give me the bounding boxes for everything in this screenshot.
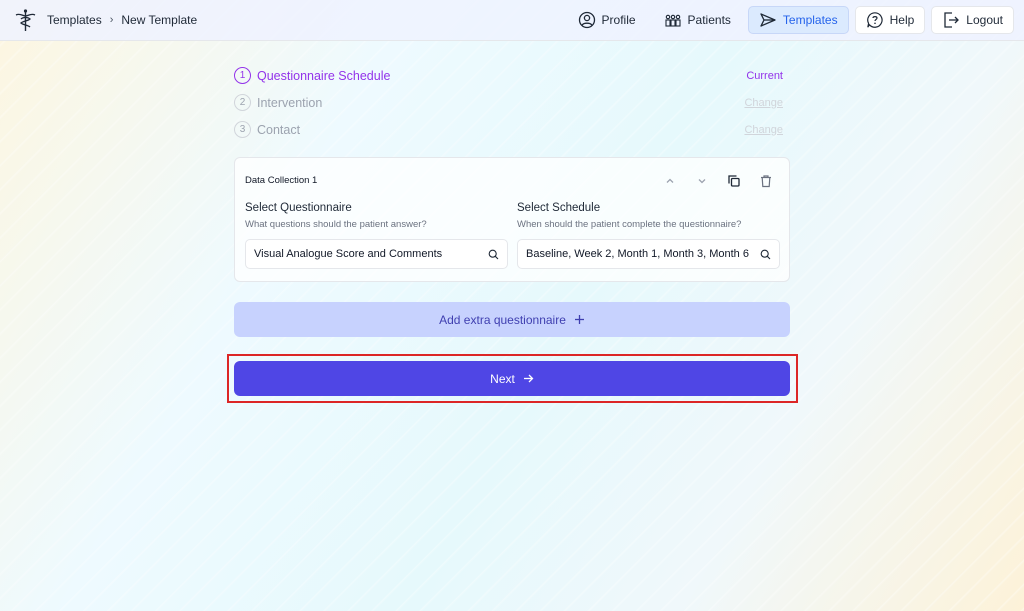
- questionnaire-label: Select Questionnaire: [245, 202, 352, 214]
- patients-button[interactable]: Patients: [653, 6, 742, 34]
- caduceus-logo-icon[interactable]: [13, 8, 38, 33]
- breadcrumb-templates[interactable]: Templates: [47, 13, 102, 27]
- templates-label: Templates: [782, 13, 838, 27]
- questionnaire-search-input[interactable]: Visual Analogue Score and Comments: [245, 239, 508, 269]
- card-title: Data Collection 1: [245, 175, 318, 186]
- step-number: 1: [234, 67, 251, 84]
- step-status-current: Current: [746, 69, 783, 82]
- step-label: Contact: [257, 122, 301, 137]
- breadcrumb-current: New Template: [121, 13, 198, 27]
- schedule-field: Select Schedule When should the patient …: [517, 202, 780, 269]
- duplicate-button[interactable]: [725, 172, 743, 190]
- move-down-button[interactable]: [693, 172, 711, 190]
- move-up-button[interactable]: [661, 172, 679, 190]
- chevron-down-icon: [698, 179, 706, 184]
- step-number: 2: [234, 94, 251, 111]
- logout-label: Logout: [966, 13, 1003, 27]
- step-label: Intervention: [257, 95, 323, 110]
- patients-label: Patients: [687, 13, 731, 27]
- trash-icon: [761, 175, 771, 188]
- top-nav: Profile Patients Templates Help Logout: [567, 6, 1014, 34]
- search-icon: [760, 249, 771, 259]
- logout-button[interactable]: Logout: [931, 6, 1014, 34]
- step-number: 3: [234, 121, 251, 138]
- top-bar: Templates › New Template Profile Patient…: [0, 0, 1024, 41]
- step-change-link[interactable]: Change: [744, 124, 783, 136]
- add-questionnaire-label: Add extra questionnaire: [439, 312, 566, 327]
- chevron-up-icon: [666, 178, 674, 183]
- schedule-label: Select Schedule: [517, 202, 601, 214]
- card-tools: [661, 172, 775, 190]
- data-collection-card: Data Collection 1 Select Questionnaire W…: [234, 157, 790, 282]
- arrow-right-icon: [523, 374, 534, 383]
- search-icon: [488, 249, 499, 259]
- next-label: Next: [490, 371, 515, 386]
- step-intervention: 2 Intervention Change: [234, 89, 790, 116]
- breadcrumb-separator: ›: [109, 14, 114, 26]
- schedule-search-input[interactable]: Baseline, Week 2, Month 1, Month 3, Mont…: [517, 239, 780, 269]
- help-label: Help: [889, 13, 915, 27]
- delete-button[interactable]: [757, 172, 775, 190]
- step-contact: 3 Contact Change: [234, 116, 790, 143]
- step-label: Questionnaire Schedule: [257, 68, 391, 83]
- add-extra-questionnaire-button[interactable]: Add extra questionnaire: [234, 302, 790, 337]
- step-questionnaire-schedule[interactable]: 1 Questionnaire Schedule Current: [234, 62, 790, 89]
- group-icon: [664, 14, 681, 27]
- logout-icon: [944, 12, 960, 28]
- help-bubble-icon: [866, 12, 883, 28]
- questionnaire-field: Select Questionnaire What questions shou…: [245, 202, 508, 269]
- schedule-help: When should the patient complete the que…: [517, 219, 742, 230]
- help-button[interactable]: Help: [854, 6, 926, 34]
- questionnaire-help: What questions should the patient answer…: [245, 219, 427, 230]
- step-list: 1 Questionnaire Schedule Current 2 Inter…: [234, 62, 790, 143]
- questionnaire-value: Visual Analogue Score and Comments: [254, 248, 443, 260]
- user-circle-icon: [578, 11, 595, 29]
- breadcrumb: Templates › New Template: [47, 13, 197, 27]
- templates-button[interactable]: Templates: [747, 6, 849, 34]
- plus-icon: [574, 315, 584, 324]
- next-button[interactable]: Next: [234, 361, 790, 396]
- step-change-link[interactable]: Change: [744, 97, 783, 109]
- profile-button[interactable]: Profile: [567, 6, 647, 34]
- schedule-value: Baseline, Week 2, Month 1, Month 3, Mont…: [526, 248, 749, 260]
- send-icon: [760, 13, 776, 27]
- copy-icon: [728, 175, 740, 187]
- profile-label: Profile: [601, 13, 636, 27]
